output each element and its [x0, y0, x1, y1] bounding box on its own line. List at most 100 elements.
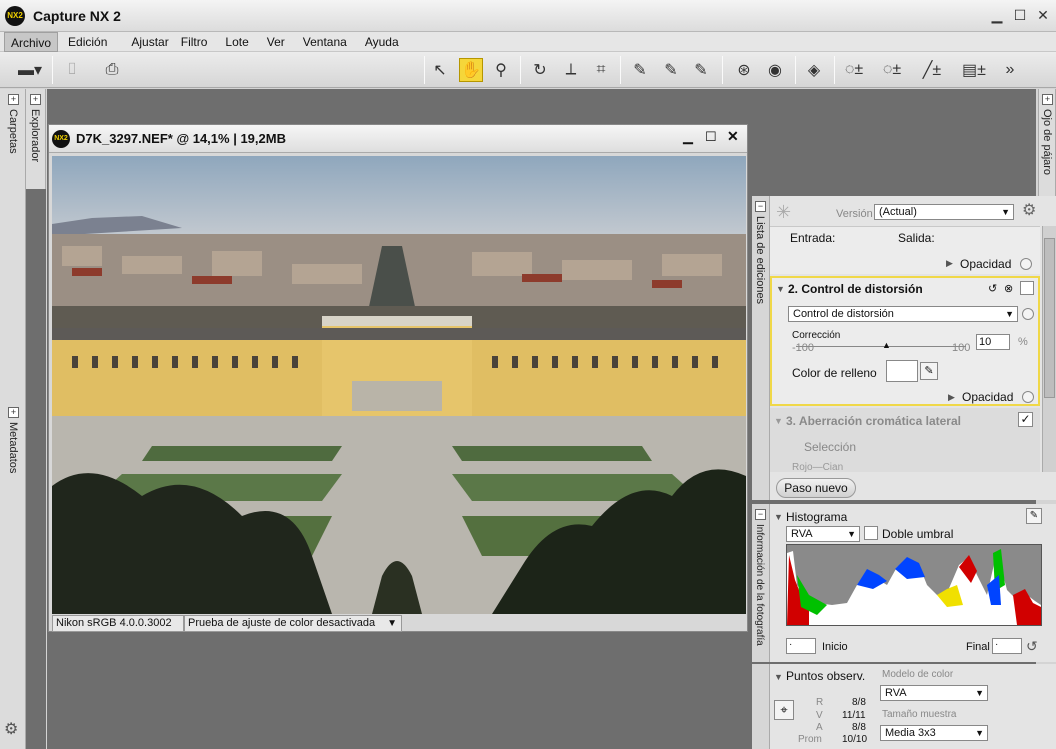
- crop-icon[interactable]: ⌗: [589, 58, 613, 82]
- double-threshold-checkbox[interactable]: [864, 526, 878, 540]
- expand-carpetas-icon[interactable]: +: [8, 94, 19, 105]
- step2-opacidad-radio[interactable]: [1022, 391, 1034, 403]
- step2-delete-icon[interactable]: ⊗: [1004, 282, 1013, 295]
- correccion-slider-track[interactable]: [796, 346, 966, 347]
- watch-row-value: 11/11: [842, 710, 866, 721]
- black-picker-icon[interactable]: ✎: [628, 58, 652, 82]
- crosshair-icon[interactable]: ⌖: [774, 700, 794, 720]
- histogram-svg: [787, 545, 1041, 625]
- menu-filtro[interactable]: Filtro: [175, 32, 214, 52]
- gradient-icon[interactable]: ▤±: [962, 58, 986, 82]
- direct-select-icon[interactable]: ↖: [428, 58, 452, 82]
- triangle-down-icon[interactable]: ▼: [774, 672, 783, 682]
- rotate-icon[interactable]: ↻: [528, 58, 552, 82]
- metadatos-tab[interactable]: Metadatos: [7, 422, 19, 473]
- edit-list-scrollbar[interactable]: [1042, 226, 1056, 472]
- watch-points-title: Puntos observ.: [786, 669, 866, 683]
- tamano-muestra-dropdown[interactable]: Media 3x3 ▼: [880, 725, 988, 741]
- correccion-slider-thumb[interactable]: ▲: [882, 340, 891, 350]
- menu-ventana[interactable]: Ventana: [297, 32, 353, 52]
- white-picker-icon[interactable]: ✎: [689, 58, 713, 82]
- chevron-down-icon: ▼: [975, 688, 984, 698]
- ojo-de-pajaro-tab[interactable]: Ojo de pájaro: [1041, 109, 1053, 175]
- status-soft-proof[interactable]: Prueba de ajuste de color desactivada ▼: [184, 615, 402, 632]
- triangle-down-icon[interactable]: ▼: [774, 512, 783, 522]
- neutral-picker-icon[interactable]: ✎: [659, 58, 683, 82]
- step2-title[interactable]: 2. Control de distorsión: [788, 282, 923, 296]
- step2-opacidad-label[interactable]: Opacidad: [962, 390, 1013, 404]
- correccion-value-field[interactable]: 10: [976, 334, 1010, 350]
- histogram-picker-icon[interactable]: ✎: [1026, 508, 1042, 524]
- photo-canvas[interactable]: [52, 156, 746, 614]
- toolbar-separator: [834, 56, 835, 84]
- expand-ojo-icon[interactable]: +: [1042, 94, 1053, 105]
- step2-radio[interactable]: [1022, 308, 1034, 320]
- marquee-icon[interactable]: ◌±: [880, 58, 904, 82]
- brush-icon[interactable]: ╱±: [920, 58, 944, 82]
- menu-bar: Archivo Edición Ajustar Filtro Lote Ver …: [0, 31, 1056, 52]
- menu-ayuda[interactable]: Ayuda: [359, 32, 405, 52]
- hand-icon[interactable]: ✋: [459, 58, 483, 82]
- modelo-color-dropdown[interactable]: RVA ▼: [880, 685, 988, 701]
- window-minimize-icon[interactable]: ▁: [683, 129, 693, 145]
- reset-arrow-icon[interactable]: ↺: [1026, 638, 1038, 655]
- auto-retouch-icon[interactable]: ◉: [763, 58, 787, 82]
- color-relleno-label: Color de relleno: [792, 366, 877, 380]
- menu-ajustar[interactable]: Ajustar: [125, 32, 174, 52]
- expand-explorador-icon[interactable]: +: [30, 94, 41, 105]
- menu-lote[interactable]: Lote: [219, 32, 254, 52]
- window-maximize-icon[interactable]: ☐: [705, 129, 717, 145]
- image-window-titlebar[interactable]: NX2 D7K_3297.NEF* @ 14,1% | 19,2MB ▁ ☐ ✕: [49, 125, 747, 153]
- red-eye-icon[interactable]: ⊛: [732, 58, 756, 82]
- menu-ver[interactable]: Ver: [261, 32, 291, 52]
- more-tools-icon[interactable]: »: [998, 58, 1022, 82]
- browser-toggle-icon[interactable]: ▬▾: [18, 58, 42, 82]
- correccion-min: -100: [792, 342, 815, 354]
- collapse-photo-info-icon[interactable]: −: [755, 509, 766, 520]
- eyedropper-icon[interactable]: ✎: [920, 362, 938, 380]
- maximize-icon[interactable]: ☐: [1011, 6, 1029, 24]
- zoom-icon[interactable]: ⚲: [489, 58, 513, 82]
- settings-gear-icon[interactable]: ⚙: [4, 719, 18, 739]
- step2-dropdown[interactable]: Control de distorsión ▼: [788, 306, 1018, 322]
- version-dropdown[interactable]: (Actual) ▼: [874, 204, 1014, 220]
- minimize-icon[interactable]: ▁: [988, 6, 1006, 24]
- step1-opacidad-label[interactable]: Opacidad: [960, 257, 1011, 271]
- straighten-icon[interactable]: ⟂: [559, 58, 583, 82]
- step2-enable-checkbox[interactable]: [1020, 281, 1034, 295]
- triangle-right-icon[interactable]: ▶: [948, 392, 955, 403]
- channel-dropdown[interactable]: RVA ▼: [786, 526, 860, 542]
- carpetas-tab[interactable]: Carpetas: [7, 109, 19, 154]
- inicio-field[interactable]: ·: [786, 638, 816, 654]
- correccion-max: 100: [952, 342, 971, 354]
- final-field[interactable]: ·: [992, 638, 1022, 654]
- close-icon[interactable]: ✕: [1034, 6, 1052, 24]
- menu-archivo[interactable]: Archivo: [4, 31, 59, 52]
- lasso-icon[interactable]: ◌±: [842, 58, 866, 82]
- edit-list-scroll-thumb[interactable]: [1044, 238, 1055, 398]
- step2-reset-icon[interactable]: ↺: [988, 282, 997, 295]
- triangle-down-icon[interactable]: ▼: [776, 284, 785, 294]
- menu-edicion[interactable]: Edición: [62, 32, 113, 52]
- step1-opacidad-radio[interactable]: [1020, 258, 1032, 270]
- triangle-right-icon[interactable]: ▶: [946, 258, 953, 269]
- photo-info-tab[interactable]: Información de la fotografía: [754, 524, 765, 646]
- collapse-edit-list-icon[interactable]: −: [755, 201, 766, 212]
- control-point-icon[interactable]: ◈: [802, 58, 826, 82]
- edit-list-tab[interactable]: Lista de ediciones: [754, 216, 766, 304]
- fill-color-swatch[interactable]: [886, 360, 918, 382]
- tamano-muestra-value: Media 3x3: [885, 727, 936, 739]
- toolbar-separator: [795, 56, 796, 84]
- new-step-button[interactable]: Paso nuevo: [776, 478, 856, 498]
- explorador-tab[interactable]: Explorador: [29, 109, 41, 162]
- histogram-graph[interactable]: [786, 544, 1042, 626]
- expand-metadatos-icon[interactable]: +: [8, 407, 19, 418]
- camera-icon[interactable]: ⌷: [60, 58, 84, 82]
- print-icon[interactable]: ⎙: [100, 58, 124, 82]
- watch-row-label: A: [816, 722, 823, 733]
- edit-list-settings-icon[interactable]: ⚙: [1022, 200, 1036, 220]
- triangle-down-icon[interactable]: ▼: [774, 416, 783, 426]
- step3-title[interactable]: 3. Aberración cromática lateral: [786, 414, 961, 428]
- window-close-icon[interactable]: ✕: [727, 128, 739, 145]
- step3-enable-checkbox[interactable]: ✓: [1018, 412, 1033, 427]
